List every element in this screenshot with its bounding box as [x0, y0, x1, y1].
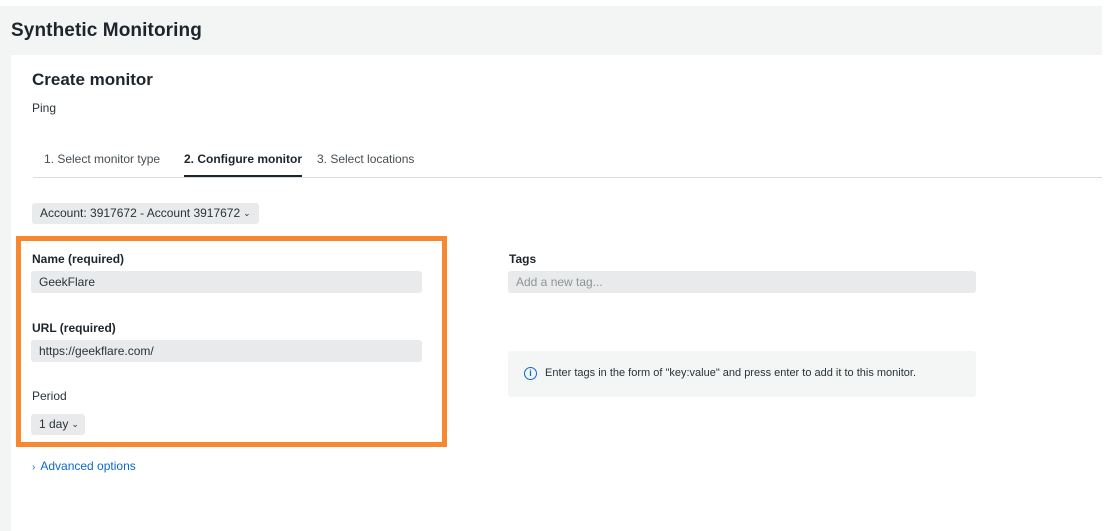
period-select-value: 1 day	[39, 417, 69, 431]
advanced-options-label: Advanced options	[40, 459, 136, 473]
wizard-tabs: 1. Select monitor type 2. Configure moni…	[33, 152, 1102, 178]
advanced-options-toggle[interactable]: › Advanced options	[32, 459, 136, 473]
tags-info-text: Enter tags in the form of "key:value" an…	[545, 367, 917, 379]
page: Synthetic Monitoring Create monitor Ping…	[0, 0, 1119, 531]
account-select[interactable]: Account: 3917672 - Account 3917672 ⌄	[32, 203, 259, 224]
chevron-down-icon: ⌄	[71, 419, 79, 429]
name-input[interactable]	[31, 271, 422, 293]
tab-select-locations[interactable]: 3. Select locations	[317, 152, 414, 176]
info-icon: i	[524, 367, 537, 380]
period-label: Period	[32, 389, 67, 403]
chevron-right-icon: ›	[32, 462, 36, 473]
monitor-type-subheading: Ping	[32, 101, 57, 115]
url-input[interactable]	[31, 340, 422, 362]
url-label: URL (required)	[32, 321, 116, 335]
create-monitor-panel: Create monitor Ping 1. Select monitor ty…	[11, 55, 1102, 531]
tags-input[interactable]	[508, 271, 976, 293]
chevron-down-icon: ⌄	[243, 208, 251, 218]
tab-select-monitor-type[interactable]: 1. Select monitor type	[44, 152, 160, 176]
app-title: Synthetic Monitoring	[11, 20, 202, 41]
tags-info-box: i Enter tags in the form of "key:value" …	[508, 351, 976, 397]
account-select-value: Account: 3917672 - Account 3917672	[40, 206, 241, 220]
tab-configure-monitor[interactable]: 2. Configure monitor	[184, 152, 302, 177]
period-select[interactable]: 1 day ⌄	[31, 414, 85, 435]
tags-label: Tags	[509, 252, 537, 266]
page-heading: Create monitor	[32, 70, 153, 89]
name-label: Name (required)	[32, 252, 125, 266]
